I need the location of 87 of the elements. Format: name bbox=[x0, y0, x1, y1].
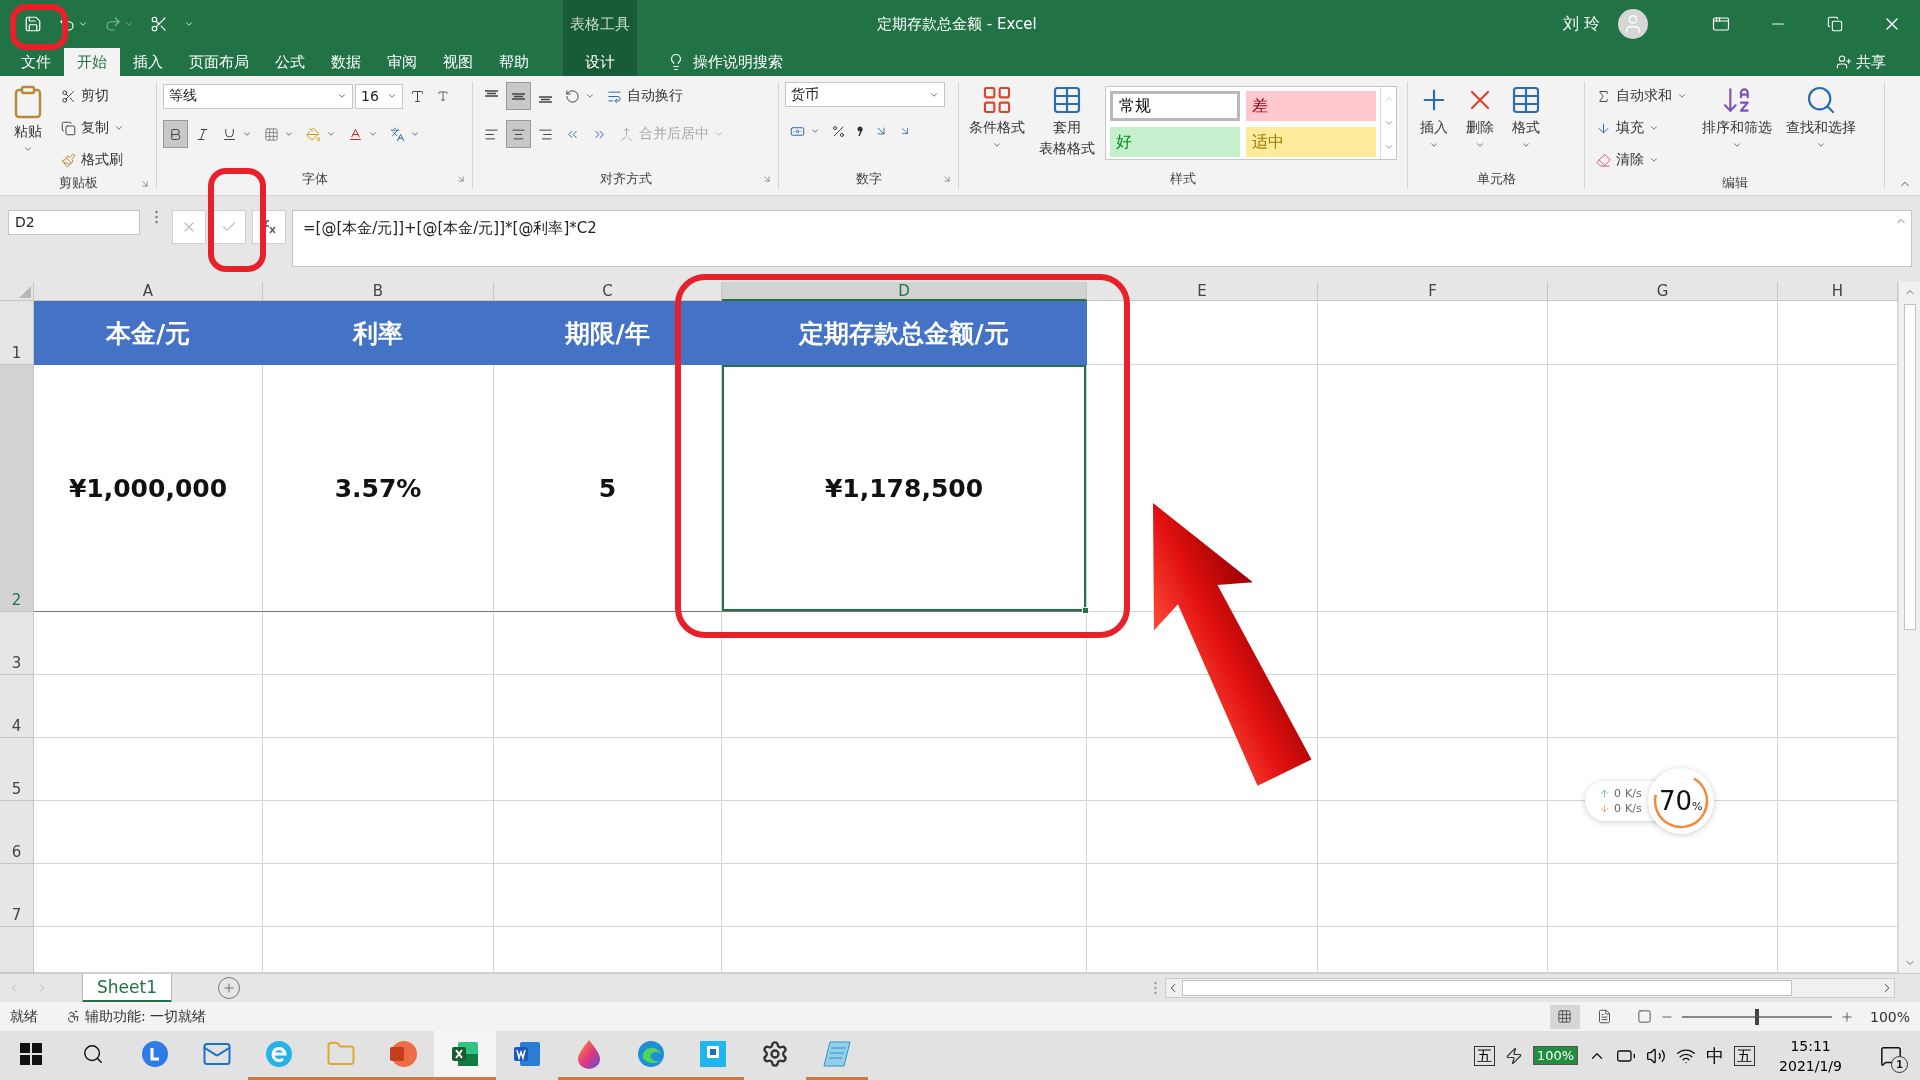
group-label: 数字 bbox=[855, 170, 882, 188]
column-header[interactable]: B bbox=[263, 282, 494, 301]
group-label: 单元格 bbox=[1476, 170, 1516, 188]
table-header-cell: 本金/元 bbox=[34, 301, 263, 365]
row-header[interactable]: 1 bbox=[0, 301, 34, 365]
zoom-level[interactable]: 100% bbox=[1869, 1008, 1910, 1025]
clear-button[interactable]: 清除 bbox=[1591, 146, 1692, 174]
paste-button[interactable]: 粘贴 bbox=[6, 82, 50, 174]
find-select-button[interactable]: 查找和选择 bbox=[1782, 82, 1860, 174]
table-header-cell: 利率 bbox=[263, 301, 494, 365]
clock-date[interactable]: 2021/1/9 bbox=[1779, 1055, 1842, 1076]
clock-time[interactable]: 15:11 bbox=[1790, 1035, 1831, 1056]
row-header[interactable]: 3 bbox=[0, 612, 34, 675]
cell-style-option[interactable]: 好 bbox=[1110, 127, 1240, 157]
speed-unit: K/s bbox=[1625, 787, 1642, 800]
row-header[interactable]: 2 bbox=[0, 365, 34, 612]
memory-percentage: 70 bbox=[1658, 786, 1692, 816]
table-cell[interactable]: 3.57% bbox=[263, 365, 494, 612]
tell-me-search[interactable]: 操作说明搜索 bbox=[661, 48, 789, 76]
table-header-cell: 定期存款总金额/元 bbox=[722, 301, 1087, 365]
battery-percentage: 100% bbox=[1532, 1046, 1579, 1065]
ribbon-tab[interactable]: 数据 bbox=[318, 48, 374, 76]
accessibility-status[interactable]: 辅助功能: 一切就绪 bbox=[60, 1006, 213, 1027]
row-header[interactable]: 5 bbox=[0, 738, 34, 801]
notifications-button[interactable]: 1 bbox=[1876, 1040, 1906, 1071]
cell-style-option[interactable]: 常规 bbox=[1110, 91, 1240, 121]
sort-filter-button[interactable]: 排序和筛选 bbox=[1698, 82, 1776, 174]
cells-button[interactable]: 插入 bbox=[1414, 82, 1454, 169]
upload-speed: 0 bbox=[1614, 787, 1621, 800]
speed-unit: K/s bbox=[1625, 802, 1642, 815]
format-painter-button[interactable]: 格式刷 bbox=[56, 146, 129, 174]
percent-unit: % bbox=[1691, 799, 1703, 813]
table-cell[interactable]: ¥1,178,500 bbox=[722, 365, 1087, 612]
sheet-tab[interactable]: Sheet1 bbox=[82, 973, 172, 1003]
group-label: 剪贴板 bbox=[58, 174, 98, 192]
share-button[interactable]: 共享 bbox=[1830, 48, 1892, 76]
user-name: 刘 玲 bbox=[1562, 13, 1600, 35]
ribbon-tab[interactable]: 帮助 bbox=[486, 48, 542, 76]
cells-button[interactable]: 格式 bbox=[1506, 82, 1546, 169]
formula-field[interactable]: =[@[本金/元]]+[@[本金/元]]*[@利率]*C2 bbox=[292, 210, 1912, 267]
input-method-indicator[interactable]: 五 bbox=[1473, 1045, 1495, 1066]
font-name-field[interactable]: 等线 bbox=[163, 83, 353, 109]
fill-button[interactable]: 填充 bbox=[1591, 114, 1692, 142]
ribbon-tab[interactable]: 审阅 bbox=[374, 48, 430, 76]
ribbon-tab[interactable]: 设计 bbox=[563, 48, 637, 76]
ribbon-tab[interactable]: 插入 bbox=[120, 48, 176, 76]
row-header[interactable]: 7 bbox=[0, 864, 34, 927]
ribbon-tab[interactable]: 页面布局 bbox=[176, 48, 262, 76]
table-cell[interactable]: 5 bbox=[494, 365, 722, 612]
input-method-indicator[interactable]: 五 bbox=[1734, 1045, 1756, 1066]
ribbon-tab[interactable]: 视图 bbox=[430, 48, 486, 76]
notification-count: 1 bbox=[1891, 1055, 1908, 1073]
cells-button[interactable]: 删除 bbox=[1460, 82, 1500, 169]
number-format-field[interactable]: 货币 bbox=[785, 82, 945, 107]
column-header[interactable]: H bbox=[1778, 282, 1898, 301]
row-header[interactable]: 6 bbox=[0, 801, 34, 864]
group-label: 样式 bbox=[1170, 170, 1196, 188]
column-header[interactable]: E bbox=[1087, 282, 1318, 301]
autosum-button[interactable]: 自动求和 bbox=[1591, 82, 1692, 110]
table-header-cell: 期限/年 bbox=[494, 301, 722, 365]
ribbon-tab[interactable]: 公式 bbox=[262, 48, 318, 76]
cut-button[interactable]: 剪切 bbox=[56, 82, 129, 110]
column-header[interactable]: G bbox=[1548, 282, 1778, 301]
cell-style-option[interactable]: 差 bbox=[1246, 91, 1376, 121]
font-size-field[interactable]: 16 bbox=[355, 83, 403, 109]
context-tab-label: 表格工具 bbox=[563, 0, 637, 48]
window-title: 定期存款总金额 - Excel bbox=[877, 14, 1037, 34]
name-box[interactable]: D2 bbox=[8, 210, 140, 235]
column-header[interactable]: C bbox=[494, 282, 722, 301]
column-header[interactable]: F bbox=[1318, 282, 1548, 301]
language-indicator[interactable]: 中 bbox=[1706, 1043, 1725, 1068]
download-speed: 0 bbox=[1614, 802, 1621, 815]
conditional-format-button[interactable]: 条件格式 bbox=[965, 82, 1029, 169]
ribbon-tab[interactable]: 开始 bbox=[64, 48, 120, 76]
copy-button[interactable]: 复制 bbox=[56, 114, 129, 142]
group-label: 编辑 bbox=[1721, 174, 1748, 192]
wrap-text-button[interactable]: 自动换行 bbox=[602, 82, 688, 110]
format-as-table-button[interactable]: 套用 表格格式 bbox=[1035, 82, 1099, 169]
group-label: 对齐方式 bbox=[599, 170, 652, 188]
status-text: 就绪 bbox=[10, 1007, 38, 1026]
table-cell[interactable]: ¥1,000,000 bbox=[34, 365, 263, 612]
group-label: 字体 bbox=[301, 170, 328, 188]
column-header[interactable]: A bbox=[34, 282, 263, 301]
ribbon-tab[interactable]: 文件 bbox=[8, 48, 64, 76]
column-header[interactable]: D bbox=[722, 282, 1087, 301]
cell-style-option[interactable]: 适中 bbox=[1246, 127, 1376, 157]
row-header[interactable]: 4 bbox=[0, 675, 34, 738]
